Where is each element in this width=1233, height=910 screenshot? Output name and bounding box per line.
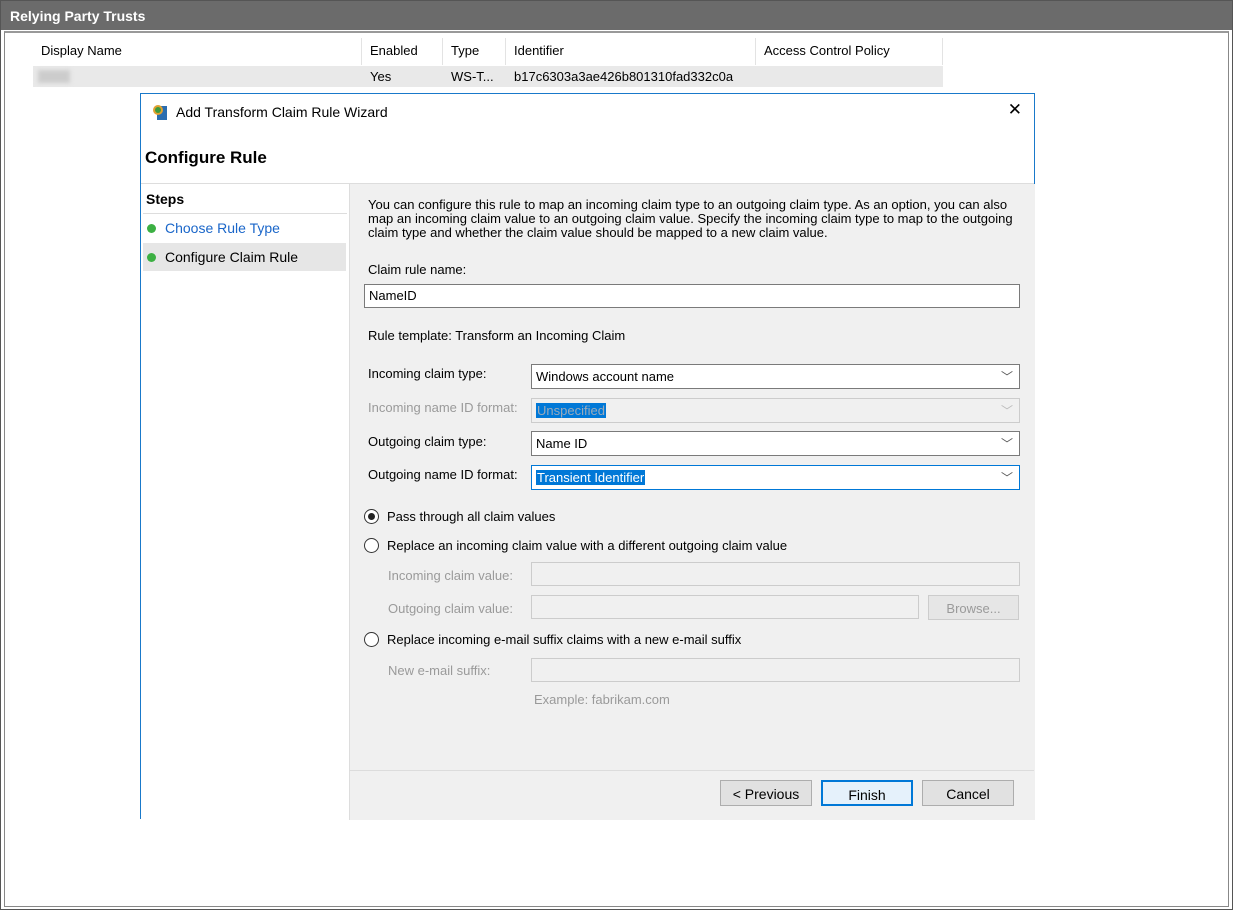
radio-email-suffix[interactable] [364,632,379,647]
cancel-button[interactable]: Cancel [922,780,1014,806]
column-identifier[interactable]: Identifier [506,38,756,65]
display-name-redacted [38,70,70,83]
radio-pass-through[interactable] [364,509,379,524]
suffix-example: Example: fabrikam.com [534,692,670,707]
suffix-label: New e-mail suffix: [388,663,491,678]
cell-identifier: b17c6303a3ae426b801310fad332c0a [514,69,734,84]
previous-button[interactable]: < Previous [720,780,812,806]
outgoing-type-label: Outgoing claim type: [368,434,487,449]
column-enabled[interactable]: Enabled [362,38,443,65]
rule-template: Rule template: Transform an Incoming Cla… [368,328,626,343]
incoming-format-value: Unspecified [536,403,606,418]
steps-title: Steps [146,191,185,207]
incoming-type-value: Windows account name [536,369,675,384]
radio-replace-value[interactable] [364,538,379,553]
outgoing-value-label: Outgoing claim value: [388,601,514,616]
incoming-value-label: Incoming claim value: [388,568,513,583]
column-access-control-policy[interactable]: Access Control Policy [756,38,943,65]
page-title: Relying Party Trusts [1,1,1232,30]
button-bar-divider [349,770,1034,771]
incoming-format-label: Incoming name ID format: [368,400,518,415]
rule-name-label: Claim rule name: [368,262,467,277]
outgoing-format-label: Outgoing name ID format: [368,467,518,482]
dialog-title: Add Transform Claim Rule Wizard [176,104,388,120]
cell-enabled: Yes [370,69,392,84]
outgoing-type-value: Name ID [536,436,588,451]
radio-replace-value-label[interactable]: Replace an incoming claim value with a d… [387,538,787,553]
suffix-input [531,658,1020,682]
step-complete-icon [147,224,156,233]
step-configure-claim-rule: Configure Claim Rule [165,249,299,265]
outgoing-format-select[interactable]: Transient Identifier ﹀ [531,465,1020,490]
main-panel [349,184,1035,820]
incoming-type-select[interactable]: Windows account name ﹀ [531,364,1020,389]
outgoing-type-select[interactable]: Name ID ﹀ [531,431,1020,456]
browse-button: Browse... [928,595,1019,620]
outgoing-value-input [531,595,919,619]
column-type[interactable]: Type [443,38,506,65]
radio-pass-through-label[interactable]: Pass through all claim values [387,509,555,524]
column-display-name[interactable]: Display Name [33,38,362,65]
description: You can configure this rule to map an in… [368,197,1013,240]
rule-name-input[interactable]: NameID [364,284,1020,308]
close-button[interactable]: ✕ [1008,100,1022,120]
cell-type: WS-T... [451,69,494,84]
incoming-format-select: Unspecified ﹀ [531,398,1020,423]
incoming-value-input [531,562,1020,586]
outgoing-format-value: Transient Identifier [536,470,646,485]
chevron-down-icon: ﹀ [1000,471,1013,485]
wizard-icon [151,103,169,121]
step-heading: Configure Rule [145,148,267,167]
finish-button[interactable]: Finish [821,780,913,806]
chevron-down-icon: ﹀ [1000,370,1013,384]
chevron-down-icon: ﹀ [1000,437,1013,451]
steps-panel: Steps Choose Rule Type Configure Claim R… [143,184,347,820]
step-choose-rule-type[interactable]: Choose Rule Type [165,220,280,236]
step-current-icon [147,253,156,262]
radio-email-suffix-label[interactable]: Replace incoming e-mail suffix claims wi… [387,632,741,647]
incoming-type-label: Incoming claim type: [368,366,487,381]
chevron-down-icon: ﹀ [1000,404,1013,418]
